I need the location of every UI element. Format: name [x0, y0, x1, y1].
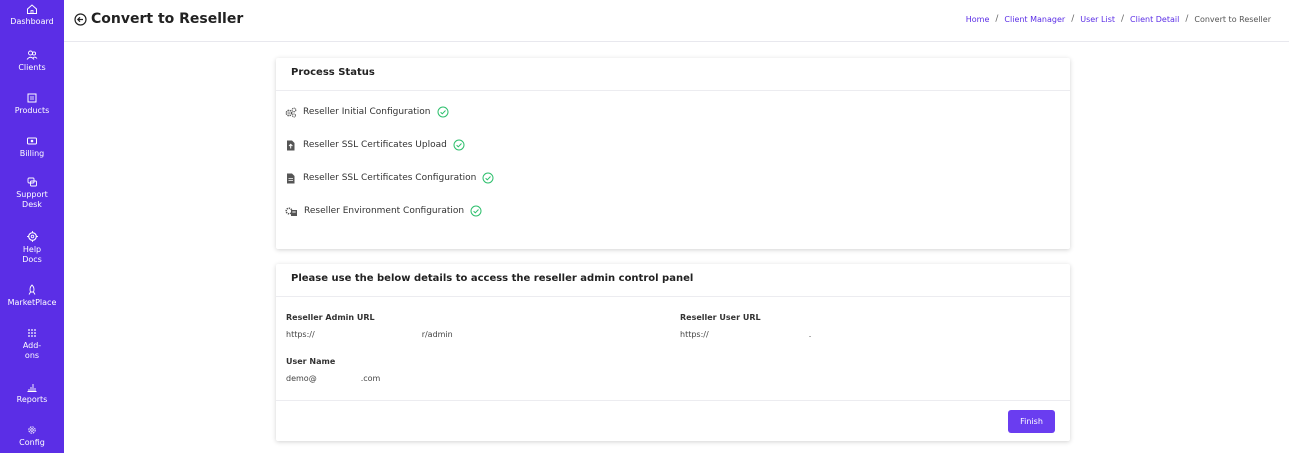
environment-icon — [285, 206, 297, 216]
sidebar-item-label: Products — [14, 106, 50, 115]
file-upload-icon — [287, 140, 295, 150]
process-step-label: Reseller SSL Certificates Configuration — [303, 173, 477, 183]
sidebar-item-label: MarketPlace — [7, 298, 57, 307]
finish-button[interactable]: Finish — [1008, 410, 1055, 433]
breadcrumb-user-list[interactable]: User List — [1080, 15, 1115, 24]
sidebar-item-label: Clients — [18, 63, 46, 72]
breadcrumb-separator: / — [1185, 14, 1189, 24]
username-value: demo@ .com — [286, 374, 380, 383]
process-step: Reseller SSL Certificates Configuration — [285, 172, 494, 184]
username-label: User Name — [286, 357, 336, 366]
check-circle-icon — [470, 205, 482, 217]
process-step-label: Reseller Initial Configuration — [303, 107, 431, 117]
breadcrumb-separator: / — [1071, 14, 1075, 24]
user-url-value[interactable]: https://. — [680, 330, 811, 339]
breadcrumb-client-detail[interactable]: Client Detail — [1130, 15, 1179, 24]
sidebar-item-label: Config — [19, 438, 45, 447]
process-step-label: Reseller SSL Certificates Upload — [303, 140, 447, 150]
sidebar-item-label: Billing — [19, 149, 45, 158]
sidebar: Dashboard Clients Products Billing Suppo… — [0, 0, 64, 453]
user-url-prefix: https:// — [680, 330, 709, 339]
sidebar-item-products[interactable]: Products — [0, 92, 64, 116]
breadcrumb-separator: / — [1121, 14, 1125, 24]
rocket-icon — [28, 284, 36, 295]
sidebar-item-config[interactable]: Config — [0, 424, 64, 448]
sidebar-item-reports[interactable]: Reports — [0, 381, 64, 405]
help-icon — [26, 231, 38, 242]
process-step: Reseller Environment Configuration — [285, 205, 482, 217]
process-step: Reseller SSL Certificates Upload — [285, 139, 465, 151]
page-title: Convert to Reseller — [91, 11, 244, 27]
back-arrow-icon[interactable] — [74, 12, 87, 26]
process-status-title: Process Status — [276, 58, 1070, 91]
check-circle-icon — [437, 106, 449, 118]
sidebar-item-help-docs[interactable]: Help Docs — [0, 230, 64, 265]
users-icon — [26, 50, 38, 60]
top-bar: Convert to Reseller Home / Client Manage… — [64, 0, 1289, 42]
sidebar-item-billing[interactable]: Billing — [0, 135, 64, 159]
username-prefix: demo@ — [286, 374, 317, 383]
sidebar-item-clients[interactable]: Clients — [0, 49, 64, 73]
sidebar-item-marketplace[interactable]: MarketPlace — [0, 284, 64, 308]
admin-url-label: Reseller Admin URL — [286, 313, 375, 322]
user-url-label: Reseller User URL — [680, 313, 761, 322]
breadcrumb-home[interactable]: Home — [966, 15, 990, 24]
process-step-label: Reseller Environment Configuration — [304, 206, 465, 216]
card-footer: Finish — [276, 400, 1070, 441]
breadcrumb-separator: / — [995, 14, 999, 24]
sidebar-item-dashboard[interactable]: Dashboard — [0, 3, 64, 27]
support-icon — [27, 177, 37, 187]
breadcrumb-client-manager[interactable]: Client Manager — [1004, 15, 1065, 24]
check-circle-icon — [482, 172, 494, 184]
sidebar-item-label: Dashboard — [10, 17, 54, 26]
grid-icon — [28, 329, 36, 337]
sidebar-item-label: Reports — [16, 395, 48, 404]
sidebar-item-label: Add- ons — [22, 341, 42, 360]
sidebar-item-label: Help Docs — [22, 245, 42, 264]
file-icon — [287, 173, 295, 183]
products-icon — [27, 93, 37, 103]
process-status-card: Process Status Reseller Initial Configur… — [276, 58, 1070, 249]
breadcrumb-current: Convert to Reseller — [1194, 14, 1271, 24]
sidebar-item-label: Support Desk — [16, 190, 48, 209]
gear-icon — [28, 426, 36, 434]
user-url-suffix: . — [808, 330, 812, 339]
cogs-icon — [285, 107, 297, 118]
access-details-card: Please use the below details to access t… — [276, 264, 1070, 441]
chart-icon — [27, 384, 37, 392]
home-icon — [27, 4, 37, 14]
breadcrumb: Home / Client Manager / User List / Clie… — [966, 14, 1271, 24]
admin-url-prefix: https:// — [286, 330, 315, 339]
sidebar-item-addons[interactable]: Add- ons — [0, 327, 64, 361]
admin-url-suffix: r/admin — [421, 330, 453, 339]
billing-icon — [27, 137, 37, 145]
process-step: Reseller Initial Configuration — [285, 106, 449, 118]
page-title-group: Convert to Reseller — [74, 11, 243, 27]
username-suffix: .com — [360, 374, 381, 383]
check-circle-icon — [453, 139, 465, 151]
sidebar-item-support-desk[interactable]: Support Desk — [0, 176, 64, 210]
access-details-title: Please use the below details to access t… — [276, 264, 1070, 297]
admin-url-value[interactable]: https:// r/admin — [286, 330, 453, 339]
